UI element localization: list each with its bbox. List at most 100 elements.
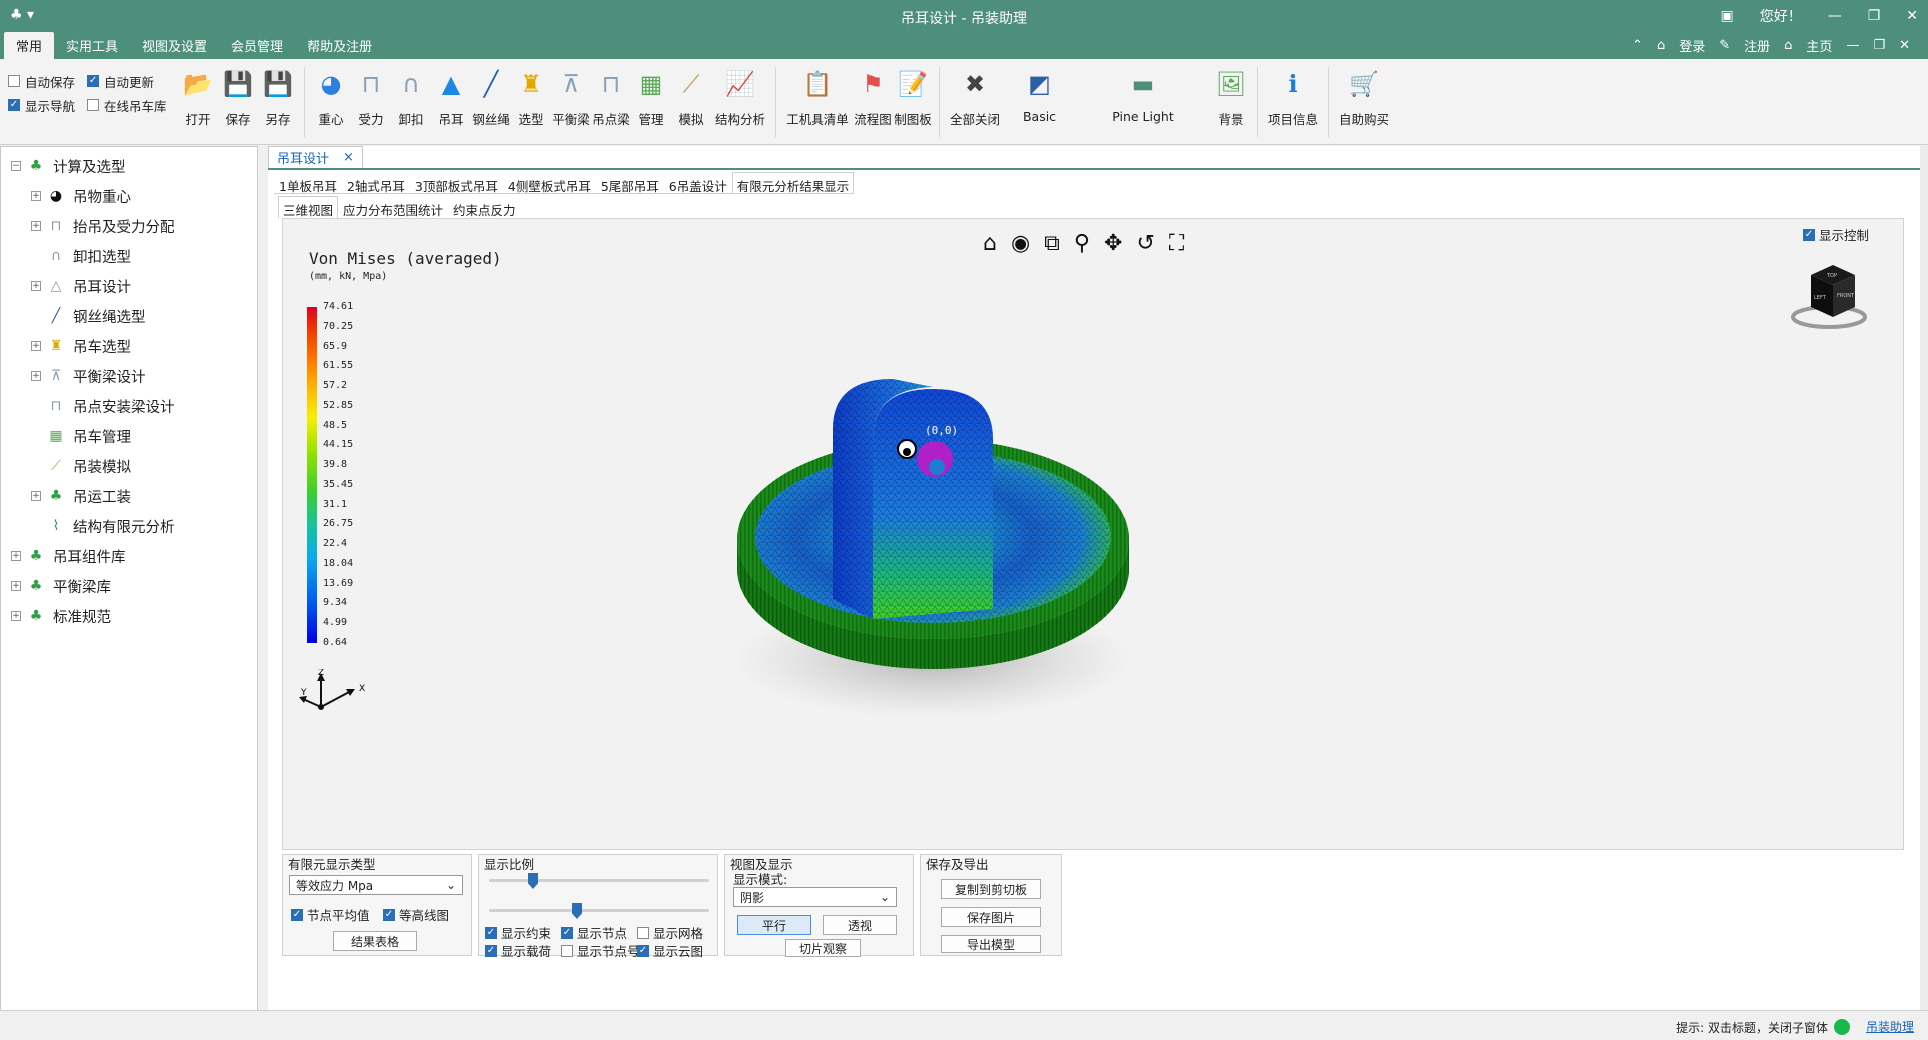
- auto-update-checkbox[interactable]: ✓ 自动更新: [87, 69, 154, 93]
- online-crane-lib-checkbox[interactable]: 在线吊车库: [87, 93, 167, 117]
- tree-item[interactable]: ⊓ 吊点安装梁设计: [1, 391, 257, 421]
- section-view-button[interactable]: 切片观察: [785, 939, 861, 957]
- scale-slider-1-thumb[interactable]: [528, 873, 538, 889]
- ribbon-btn-theme-pine[interactable]: ▬ Pine Light: [1075, 63, 1211, 141]
- contour-checkbox[interactable]: ✓ 等高线图: [383, 905, 449, 924]
- scale-check-1[interactable]: ✓ 显示节点: [561, 923, 627, 942]
- tree-item[interactable]: + ♣ 吊运工装: [1, 481, 257, 511]
- tree-item[interactable]: ⟋ 吊装模拟: [1, 451, 257, 481]
- status-toggle-icon[interactable]: [1834, 1019, 1850, 1035]
- collapse-ribbon-icon[interactable]: ⌃: [1632, 38, 1643, 53]
- ribbon-btn-save[interactable]: 💾 保存: [218, 63, 258, 141]
- ribbon-btn-analysis[interactable]: 📈 结构分析: [711, 63, 769, 141]
- tree-item[interactable]: + ♜ 吊车选型: [1, 331, 257, 361]
- show-control-checkbox[interactable]: ✓ 显示控制: [1802, 225, 1869, 244]
- 3d-viewport[interactable]: ⌂ ◉ ⧉ ⚲ ✥ ↺ ⛶ ✓ 显示控制 Von Mises (averaged) (mm,…: [282, 218, 1904, 850]
- scale-slider-1[interactable]: [489, 879, 709, 882]
- rotate-icon[interactable]: ↺: [1136, 231, 1154, 256]
- menu-tab-2[interactable]: 视图及设置: [130, 32, 219, 59]
- expand-icon[interactable]: +: [31, 281, 41, 291]
- orbit-icon[interactable]: ◉: [1011, 231, 1030, 256]
- scale-slider-2-thumb[interactable]: [572, 903, 582, 919]
- ribbon-btn-shackle[interactable]: ∩ 卸扣: [391, 63, 431, 141]
- expand-icon[interactable]: +: [31, 221, 41, 231]
- design-subtab-0[interactable]: 1单板吊耳: [274, 172, 342, 194]
- result-table-button[interactable]: 结果表格: [333, 931, 417, 951]
- view-cube[interactable]: TOP LEFT FRONT: [1789, 261, 1873, 335]
- view-subtab-2[interactable]: 约束点反力: [448, 196, 521, 218]
- tree-item[interactable]: ╱ 钢丝绳选型: [1, 301, 257, 331]
- tree-item[interactable]: ⌇ 结构有限元分析: [1, 511, 257, 541]
- tree-item[interactable]: + ♣ 吊耳组件库: [1, 541, 257, 571]
- design-subtab-4[interactable]: 5尾部吊耳: [596, 172, 664, 194]
- ribbon-btn-beam[interactable]: ⊼ 平衡梁: [551, 63, 591, 141]
- design-subtab-3[interactable]: 4侧壁板式吊耳: [503, 172, 596, 194]
- tree-item[interactable]: + ♣ 平衡梁库: [1, 571, 257, 601]
- tree-item[interactable]: + ◕ 吊物重心: [1, 181, 257, 211]
- ribbon-btn-background[interactable]: 🖼 背景: [1211, 63, 1251, 141]
- save-image-button[interactable]: 保存图片: [941, 907, 1041, 927]
- doc-minimize-button[interactable]: —: [1846, 38, 1859, 53]
- pan-icon[interactable]: ✥: [1104, 231, 1122, 256]
- ribbon-btn-center[interactable]: ◕ 重心: [311, 63, 351, 141]
- ribbon-btn-folder[interactable]: 📂 打开: [178, 63, 218, 141]
- expand-icon[interactable]: +: [31, 491, 41, 501]
- zoom-window-icon[interactable]: ⧉: [1044, 231, 1060, 256]
- fit-all-icon[interactable]: ⛶: [1169, 231, 1184, 256]
- tree-item[interactable]: + ⊓ 抬吊及受力分配: [1, 211, 257, 241]
- copy-clipboard-button[interactable]: 复制到剪切板: [941, 879, 1041, 899]
- design-subtab-1[interactable]: 2轴式吊耳: [342, 172, 410, 194]
- ribbon-btn-rope[interactable]: ╱ 钢丝绳: [471, 63, 511, 141]
- tree-item[interactable]: + ⊼ 平衡梁设计: [1, 361, 257, 391]
- ribbon-btn-flow[interactable]: ⚑ 流程图: [853, 63, 893, 141]
- design-subtab-6[interactable]: 有限元分析结果显示: [731, 172, 855, 194]
- ribbon-btn-cart[interactable]: 🛒 自助购买: [1335, 63, 1393, 141]
- expand-icon[interactable]: +: [11, 551, 21, 561]
- ribbon-btn-close-all[interactable]: ✖ 全部关闭: [946, 63, 1004, 141]
- ribbon-btn-simulate[interactable]: ⟋ 模拟: [671, 63, 711, 141]
- ribbon-btn-list[interactable]: 📋 工机具清单: [782, 63, 853, 141]
- ribbon-btn-force[interactable]: ⊓ 受力: [351, 63, 391, 141]
- tree-item[interactable]: ▦ 吊车管理: [1, 421, 257, 451]
- ribbon-btn-lug[interactable]: ▲ 吊耳: [431, 63, 471, 141]
- register-link[interactable]: 注册: [1744, 36, 1770, 55]
- doc-close-button[interactable]: ✕: [1899, 38, 1910, 53]
- perspective-button[interactable]: 透视: [823, 915, 897, 935]
- login-link[interactable]: 登录: [1679, 36, 1705, 55]
- tree-item[interactable]: ∩ 卸扣选型: [1, 241, 257, 271]
- expand-icon[interactable]: +: [31, 341, 41, 351]
- display-mode-select[interactable]: 阴影 ⌄: [733, 887, 897, 907]
- ribbon-btn-info[interactable]: ℹ 项目信息: [1264, 63, 1322, 141]
- design-subtab-2[interactable]: 3顶部板式吊耳: [410, 172, 503, 194]
- ribbon-btn-theme-basic[interactable]: ◩ Basic: [1004, 63, 1075, 141]
- show-nav-checkbox[interactable]: ✓ 显示导航: [8, 93, 75, 117]
- auto-save-checkbox[interactable]: 自动保存: [8, 69, 75, 93]
- scale-check-3[interactable]: ✓ 显示载荷: [485, 941, 551, 960]
- parallel-button[interactable]: 平行: [737, 915, 811, 935]
- ribbon-btn-point-beam[interactable]: ⊓ 吊点梁: [591, 63, 631, 141]
- export-model-button[interactable]: 导出模型: [941, 935, 1041, 953]
- view-subtab-0[interactable]: 三维视图: [278, 196, 339, 218]
- expand-icon[interactable]: +: [31, 371, 41, 381]
- menu-tab-3[interactable]: 会员管理: [219, 32, 295, 59]
- menu-tab-1[interactable]: 实用工具: [54, 32, 130, 59]
- expand-icon[interactable]: +: [11, 611, 21, 621]
- menu-tab-4[interactable]: 帮助及注册: [295, 32, 384, 59]
- scale-check-5[interactable]: ✓ 显示云图: [637, 941, 703, 960]
- ribbon-btn-save-as[interactable]: 💾 另存: [258, 63, 298, 141]
- ribbon-btn-manage[interactable]: ▦ 管理: [631, 63, 671, 141]
- fe-type-select[interactable]: 等效应力 Mpa ⌄: [289, 875, 463, 895]
- home-link[interactable]: 主页: [1806, 36, 1832, 55]
- tree-item[interactable]: − ♣ 计算及选型: [1, 151, 257, 181]
- tree-item[interactable]: + ♣ 标准规范: [1, 601, 257, 631]
- maximize-button[interactable]: ❐: [1868, 8, 1881, 24]
- design-subtab-5[interactable]: 6吊盖设计: [664, 172, 732, 194]
- doc-restore-button[interactable]: ❐: [1873, 38, 1885, 53]
- expand-icon[interactable]: +: [31, 191, 41, 201]
- status-app-link[interactable]: 吊装助理: [1866, 1018, 1914, 1035]
- scale-check-2[interactable]: 显示网格: [637, 923, 703, 942]
- expand-icon[interactable]: +: [11, 581, 21, 591]
- scale-check-4[interactable]: 显示节点号: [561, 941, 640, 960]
- close-button[interactable]: ✕: [1906, 8, 1918, 24]
- home-view-icon[interactable]: ⌂: [983, 231, 997, 256]
